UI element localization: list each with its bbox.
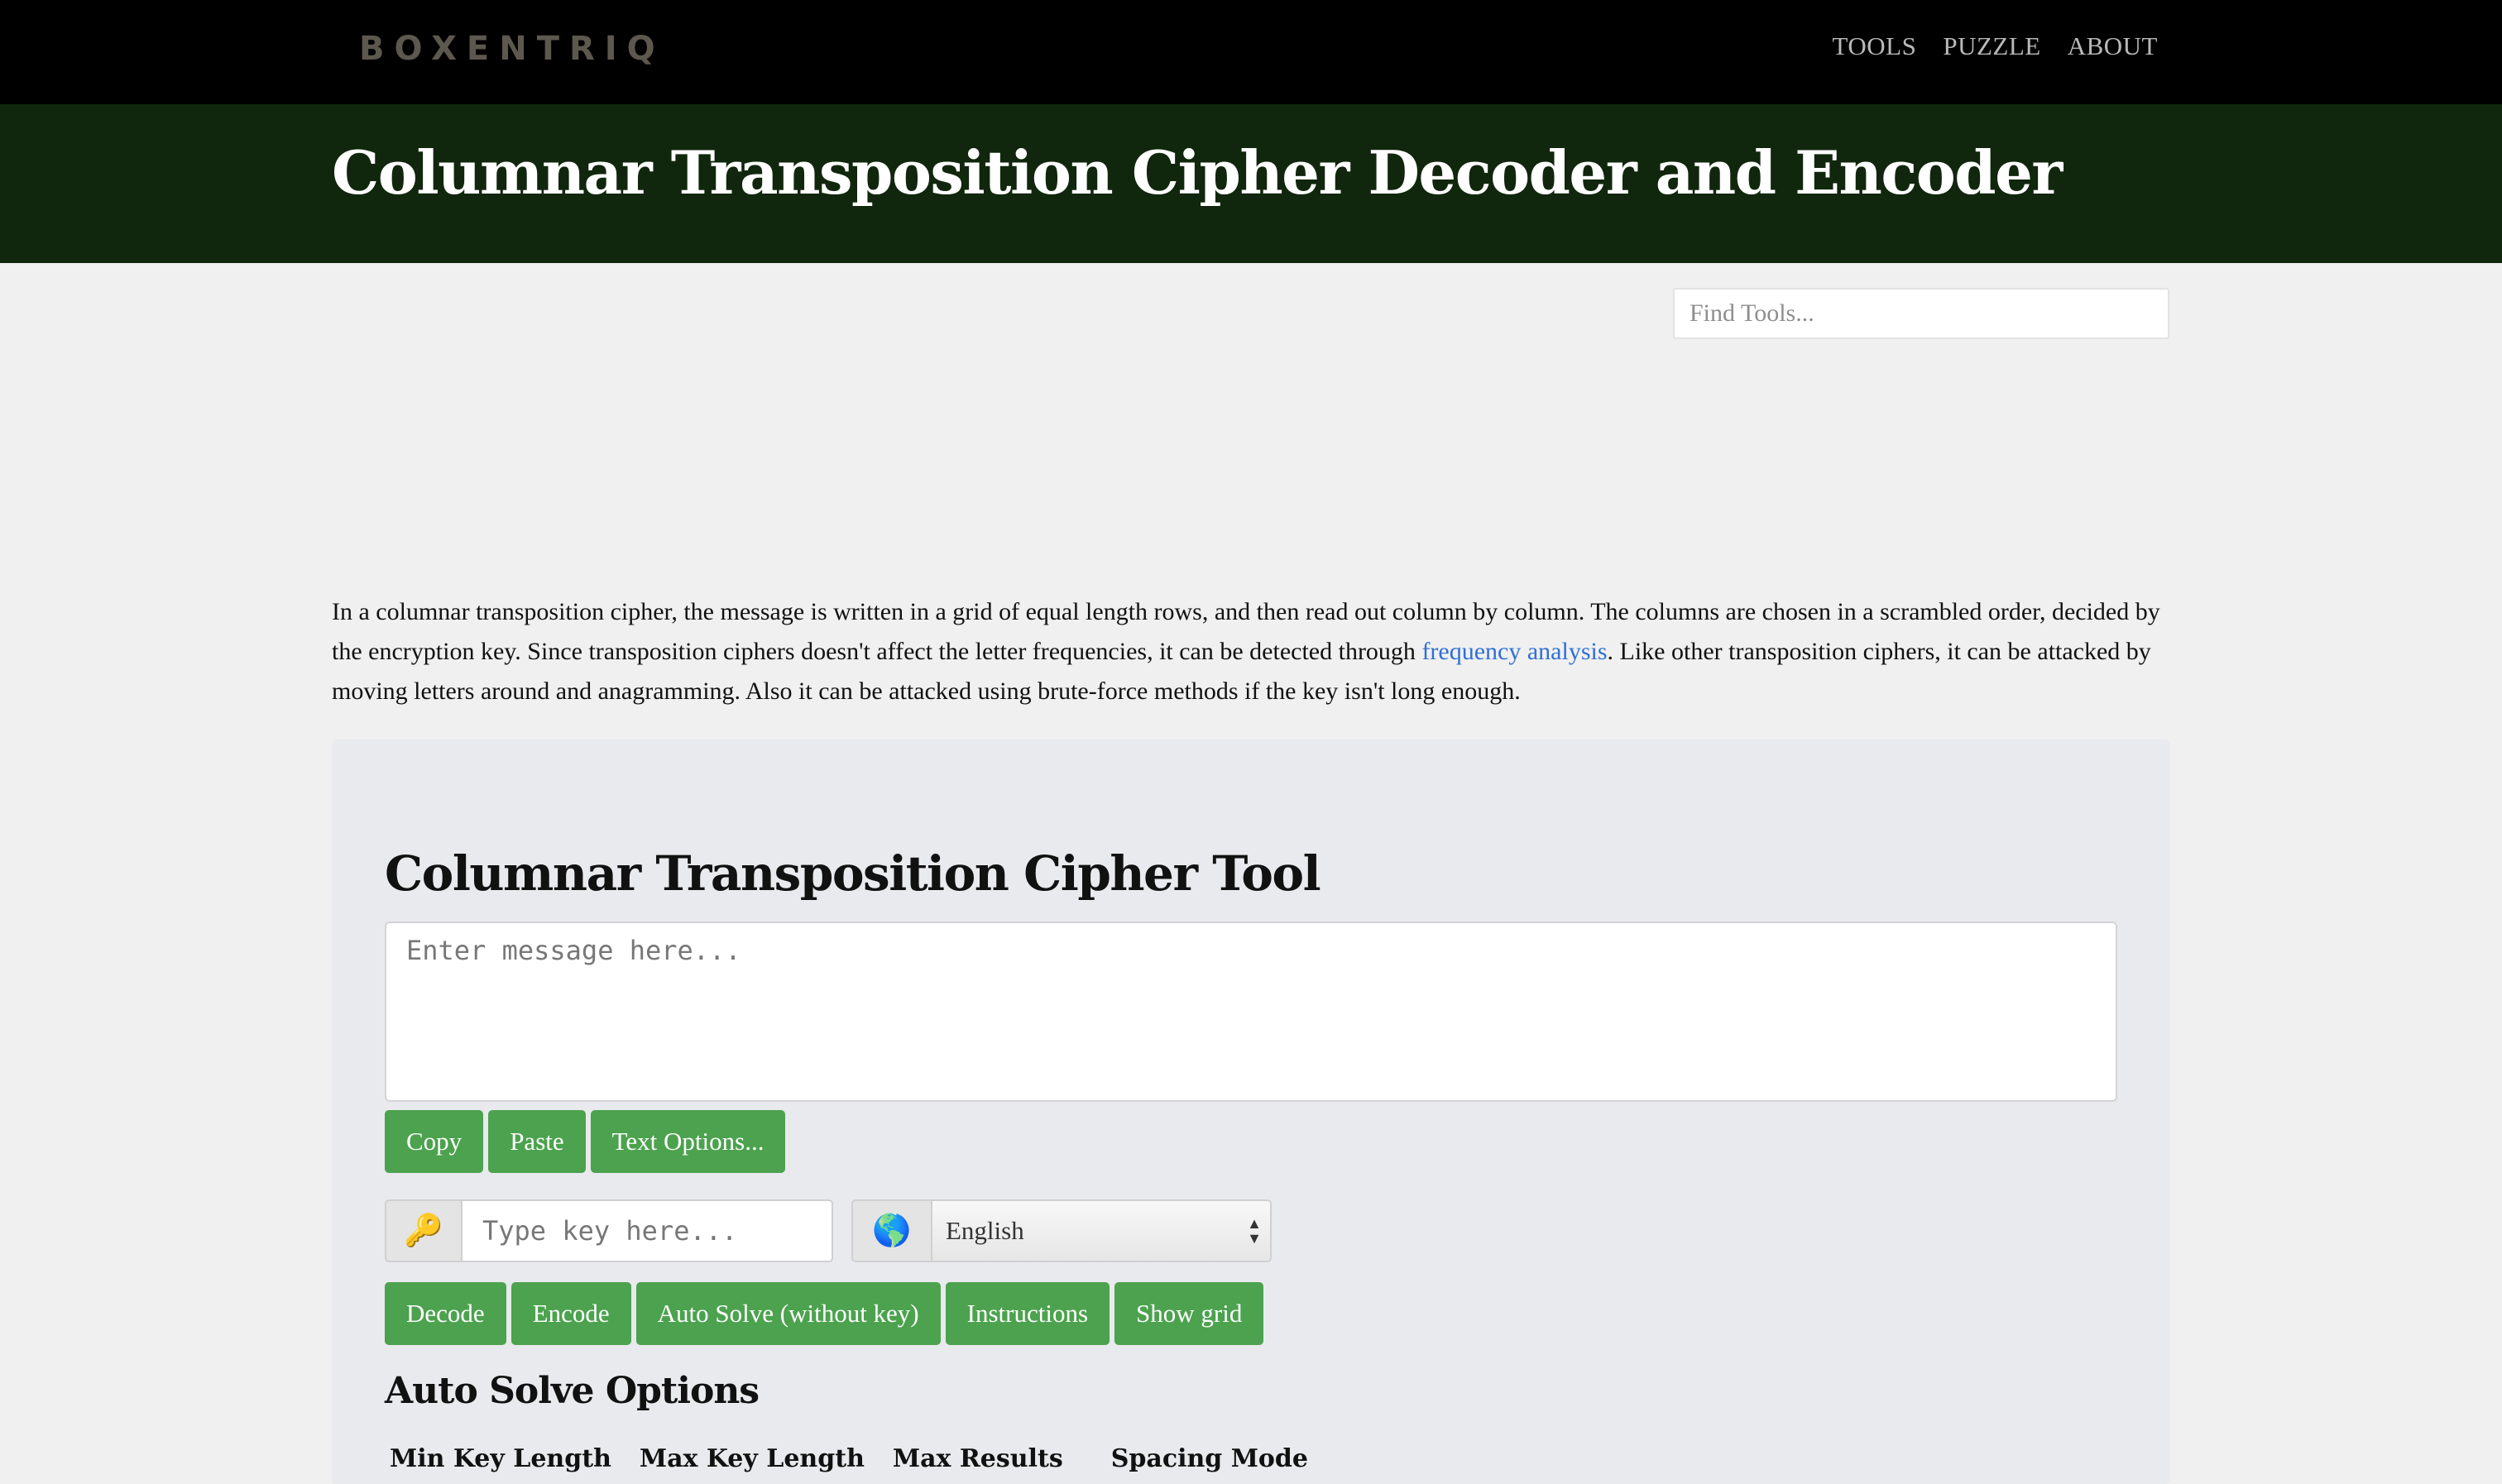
- site-logo[interactable]: BOXENTRIQ: [359, 30, 665, 68]
- message-input[interactable]: [385, 922, 2117, 1102]
- main-nav: TOOLS PUZZLE ABOUT: [1833, 31, 2158, 61]
- paste-button[interactable]: Paste: [488, 1110, 586, 1173]
- auto-solve-options-heading: Auto Solve Options: [385, 1370, 760, 1412]
- show-grid-button[interactable]: Show grid: [1114, 1282, 1264, 1345]
- nav-link-tools[interactable]: TOOLS: [1833, 31, 1917, 61]
- decode-button[interactable]: Decode: [385, 1282, 506, 1345]
- intro-paragraph: In a columnar transposition cipher, the …: [332, 592, 2170, 711]
- find-tools-input[interactable]: [1673, 288, 2169, 339]
- tool-heading: Columnar Transposition Cipher Tool: [385, 845, 1321, 902]
- instructions-button[interactable]: Instructions: [945, 1282, 1110, 1345]
- language-selected-value: English: [946, 1216, 1024, 1245]
- language-group: 🌎 English ▲ ▼: [851, 1199, 1272, 1262]
- page-title: Columnar Transposition Cipher Decoder an…: [332, 137, 2063, 208]
- language-select[interactable]: English ▲ ▼: [932, 1199, 1272, 1262]
- key-input-group: 🔑: [385, 1199, 833, 1262]
- text-button-row: Copy Paste Text Options...: [385, 1110, 786, 1173]
- key-input[interactable]: [463, 1199, 833, 1262]
- encode-button[interactable]: Encode: [510, 1282, 631, 1345]
- nav-link-puzzle[interactable]: PUZZLE: [1943, 31, 2040, 61]
- cipher-tool-panel: Columnar Transposition Cipher Tool Copy …: [332, 740, 2170, 1484]
- key-icon: 🔑: [385, 1199, 463, 1262]
- nav-link-about[interactable]: ABOUT: [2068, 31, 2158, 61]
- globe-icon: 🌎: [851, 1199, 932, 1262]
- frequency-analysis-link[interactable]: frequency analysis: [1421, 638, 1607, 665]
- auto-solve-button[interactable]: Auto Solve (without key): [635, 1282, 941, 1345]
- top-navbar: BOXENTRIQ TOOLS PUZZLE ABOUT: [0, 0, 2502, 104]
- copy-button[interactable]: Copy: [385, 1110, 484, 1173]
- text-options-button[interactable]: Text Options...: [590, 1110, 786, 1173]
- action-button-row: Decode Encode Auto Solve (without key) I…: [385, 1282, 1264, 1345]
- title-band: Columnar Transposition Cipher Decoder an…: [0, 104, 2502, 263]
- select-arrows-icon: ▲ ▼: [1247, 1215, 1262, 1247]
